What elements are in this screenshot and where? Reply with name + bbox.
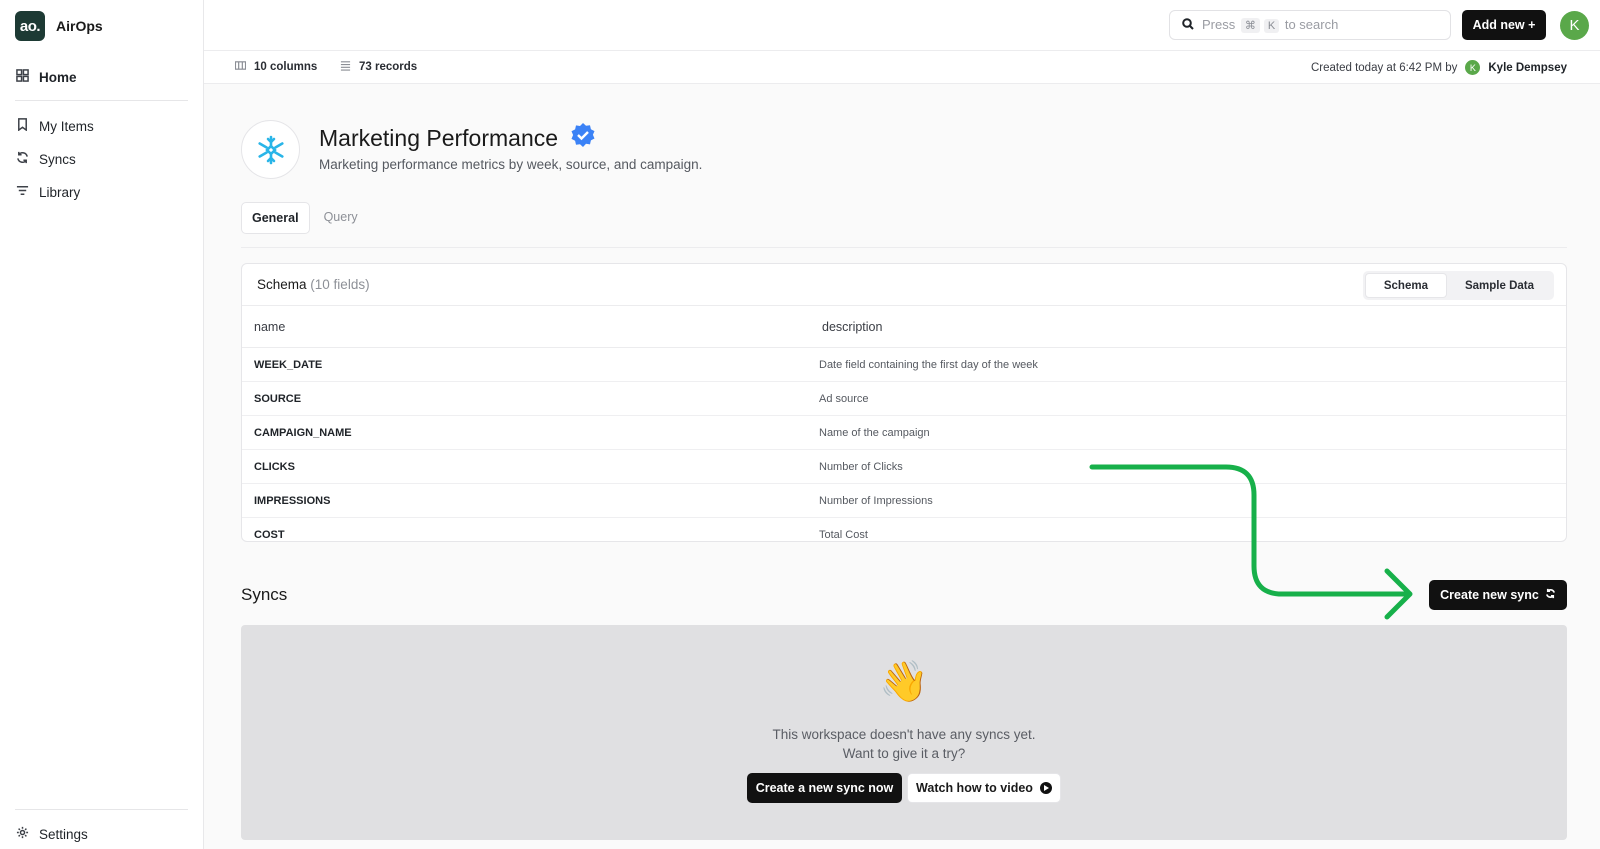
empty-state-actions: Create a new sync now Watch how to video	[747, 773, 1061, 803]
create-new-sync-button[interactable]: Create new sync	[1429, 580, 1567, 610]
field-name: SOURCE	[254, 393, 302, 405]
info-bar: 10 columns 73 records Created today at 6…	[204, 51, 1600, 84]
page-subtitle: Marketing performance metrics by week, s…	[319, 157, 703, 172]
field-description: Total Cost	[819, 529, 868, 541]
tabs: General Query	[241, 202, 368, 234]
rows-icon	[340, 60, 351, 74]
sidebar-item-label: Syncs	[39, 151, 76, 167]
sidebar: ao. AirOps Home My Items Syncs Library S…	[0, 0, 204, 849]
table-row[interactable]: CAMPAIGN_NAME Name of the campaign	[242, 416, 1566, 450]
create-sync-now-button[interactable]: Create a new sync now	[747, 773, 902, 803]
field-description: Number of Clicks	[819, 461, 903, 473]
column-header-description[interactable]: description	[822, 306, 882, 347]
search-icon	[1182, 17, 1194, 33]
airops-logo: ao.	[15, 11, 45, 41]
sidebar-item-label: My Items	[39, 118, 94, 134]
search-input[interactable]: Press ⌘ K to search	[1169, 10, 1451, 40]
sidebar-item-library[interactable]: Library	[16, 184, 80, 200]
syncs-heading: Syncs	[241, 585, 288, 604]
table-row[interactable]: WEEK_DATE Date field containing the firs…	[242, 348, 1566, 382]
sync-icon	[1545, 588, 1556, 602]
bookmark-icon	[16, 118, 29, 134]
search-placeholder: Press ⌘ K to search	[1202, 17, 1339, 33]
field-name: IMPRESSIONS	[254, 495, 331, 507]
records-count: 73 records	[340, 60, 417, 74]
sidebar-item-label: Settings	[39, 826, 88, 842]
filter-icon	[16, 184, 29, 200]
empty-state-message: This workspace doesn't have any syncs ye…	[772, 727, 1036, 761]
column-header-name[interactable]: name	[254, 306, 285, 347]
sidebar-item-my-items[interactable]: My Items	[16, 118, 94, 134]
verified-badge-icon	[570, 122, 596, 154]
columns-icon	[234, 60, 247, 74]
created-info: Created today at 6:42 PM by K Kyle Demps…	[1310, 60, 1567, 75]
add-new-button[interactable]: Add new +	[1462, 10, 1546, 40]
brand[interactable]: ao. AirOps	[15, 11, 103, 41]
snowflake-icon	[241, 120, 300, 179]
cmd-key: ⌘	[1240, 18, 1260, 33]
field-description: Date field containing the first day of t…	[819, 359, 1038, 371]
table-row[interactable]: CLICKS Number of Clicks	[242, 450, 1566, 484]
waving-hand-icon: 👋	[879, 660, 929, 704]
sidebar-item-home[interactable]: Home	[16, 69, 77, 85]
tab-general[interactable]: General	[241, 202, 310, 234]
watch-video-button[interactable]: Watch how to video	[907, 773, 1061, 803]
tabs-divider	[241, 247, 1567, 248]
toggle-schema[interactable]: Schema	[1364, 273, 1447, 298]
gear-icon	[16, 826, 29, 842]
table-row[interactable]: SOURCE Ad source	[242, 382, 1566, 416]
field-description: Name of the campaign	[819, 427, 930, 439]
page-title: Marketing Performance	[319, 122, 596, 154]
sidebar-item-label: Library	[39, 184, 81, 200]
schema-card: Schema (10 fields) Schema Sample Data na…	[241, 263, 1567, 542]
sidebar-divider	[15, 809, 188, 810]
avatar[interactable]: K	[1560, 11, 1589, 40]
sidebar-item-syncs[interactable]: Syncs	[16, 151, 76, 167]
sidebar-item-settings[interactable]: Settings	[16, 826, 88, 842]
field-name: CLICKS	[254, 461, 295, 473]
syncs-empty-state: 👋 This workspace doesn't have any syncs …	[241, 625, 1567, 840]
creator-name[interactable]: Kyle Dempsey	[1488, 62, 1567, 74]
field-description: Number of Impressions	[819, 495, 933, 507]
schema-title: Schema (10 fields)	[257, 277, 370, 292]
k-key: K	[1263, 19, 1280, 33]
tab-query[interactable]: Query	[314, 202, 368, 234]
field-name: COST	[254, 529, 285, 541]
sync-icon	[16, 151, 29, 167]
toggle-sample-data[interactable]: Sample Data	[1447, 273, 1552, 298]
schema-field-count: (10 fields)	[310, 277, 370, 292]
play-icon	[1039, 782, 1052, 794]
sidebar-item-label: Home	[39, 69, 77, 85]
field-name: WEEK_DATE	[254, 359, 323, 371]
field-description: Ad source	[819, 393, 869, 405]
schema-header: Schema (10 fields) Schema Sample Data	[242, 264, 1566, 306]
field-name: CAMPAIGN_NAME	[254, 427, 352, 439]
table-row[interactable]: IMPRESSIONS Number of Impressions	[242, 484, 1566, 518]
schema-view-toggle: Schema Sample Data	[1362, 271, 1554, 300]
columns-count: 10 columns	[234, 60, 317, 74]
topbar: Press ⌘ K to search Add new + K	[204, 0, 1600, 51]
app-name: AirOps	[56, 18, 103, 34]
table-row[interactable]: COST Total Cost	[242, 518, 1566, 541]
grid-icon	[16, 69, 29, 85]
creator-avatar: K	[1465, 60, 1481, 75]
sidebar-divider	[15, 100, 188, 101]
